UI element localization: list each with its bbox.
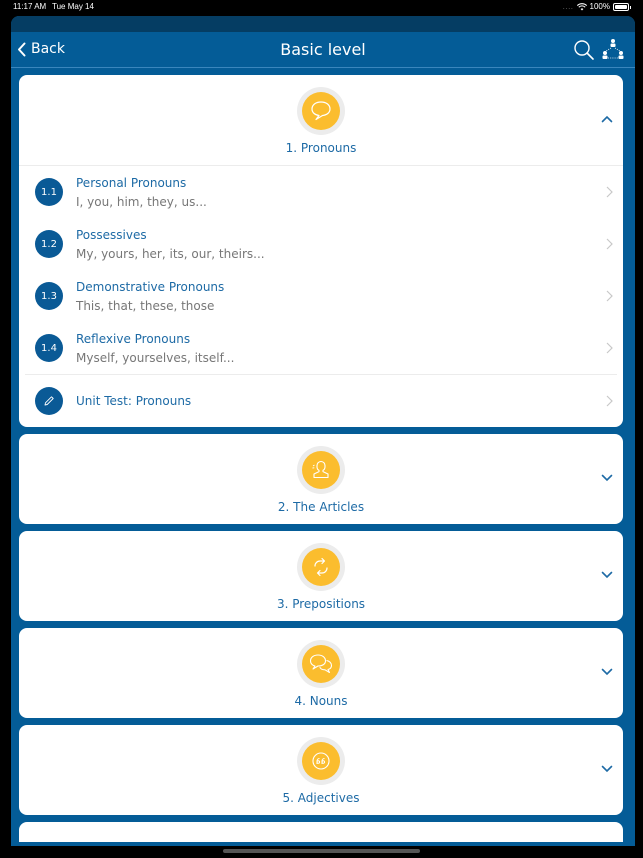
unit-badge <box>297 640 345 688</box>
unit-header[interactable]: 2. The Articles <box>19 434 623 524</box>
chevron-right-icon <box>606 342 613 354</box>
chevron-down-icon[interactable] <box>601 474 613 482</box>
lesson-title: Personal Pronouns <box>76 175 187 190</box>
unit-card: 4. Nouns <box>19 628 623 718</box>
lesson-description: Myself, yourselves, itself... <box>76 350 235 365</box>
chevron-right-icon <box>606 186 613 198</box>
lesson-description: I, you, him, they, us... <box>76 194 207 209</box>
unit-header[interactable]: 5. Adjectives <box>19 725 623 815</box>
status-date: Tue May 14 <box>52 2 94 11</box>
quote-icon <box>312 752 330 770</box>
chat-bubbles-icon <box>309 654 333 674</box>
wifi-icon <box>576 2 587 10</box>
unit-badge <box>297 543 345 591</box>
lesson-number: 1.3 <box>35 282 63 310</box>
status-bar: 11:17 AM Tue May 14 .... 100% <box>0 0 643 15</box>
lesson-item[interactable]: 1.2 Possessives My, yours, her, its, our… <box>19 218 623 270</box>
lesson-title: Possessives <box>76 227 147 242</box>
unit-test-item[interactable]: Unit Test: Pronouns <box>19 375 623 427</box>
unit-badge <box>297 87 345 135</box>
signal-dots-icon: .... <box>562 2 574 11</box>
unit-header[interactable]: 4. Nouns <box>19 628 623 718</box>
battery-percent: 100% <box>589 2 610 11</box>
unit-card-partial[interactable] <box>19 822 623 842</box>
chevron-up-icon[interactable] <box>601 115 613 123</box>
battery-icon <box>613 2 631 11</box>
unit-card: 1. Pronouns 1.1 Personal Pronouns I, you… <box>19 75 623 427</box>
lesson-description: My, yours, her, its, our, theirs... <box>76 246 265 261</box>
swap-arrows-icon <box>314 557 328 577</box>
lesson-item[interactable]: 1.1 Personal Pronouns I, you, him, they,… <box>19 166 623 218</box>
search-icon[interactable] <box>573 39 595 61</box>
page-title: Basic level <box>280 40 366 59</box>
speech-bubble-icon <box>311 101 331 121</box>
person-icon <box>312 460 329 479</box>
lesson-item[interactable]: 1.4 Reflexive Pronouns Myself, yourselve… <box>19 322 623 374</box>
nav-actions <box>573 38 625 62</box>
lesson-list: 1.1 Personal Pronouns I, you, him, they,… <box>19 165 623 427</box>
status-right: .... 100% <box>562 2 631 11</box>
unit-card: 3. Prepositions <box>19 531 623 621</box>
hierarchy-icon[interactable] <box>601 38 625 62</box>
unit-title: 5. Adjectives <box>282 791 360 805</box>
pencil-icon <box>44 396 54 406</box>
unit-badge <box>297 446 345 494</box>
status-time: 11:17 AM <box>13 2 47 11</box>
unit-card: 2. The Articles <box>19 434 623 524</box>
lesson-number: 1.4 <box>35 334 63 362</box>
home-indicator[interactable] <box>223 849 420 853</box>
unit-title: 4. Nouns <box>294 694 348 708</box>
window-top-strip <box>11 16 635 32</box>
unit-test-title: Unit Test: Pronouns <box>76 394 192 408</box>
lesson-title: Demonstrative Pronouns <box>76 279 225 294</box>
lesson-number: 1.2 <box>35 230 63 258</box>
lesson-title: Reflexive Pronouns <box>76 331 191 346</box>
unit-title: 1. Pronouns <box>285 141 357 155</box>
chevron-right-icon <box>606 238 613 250</box>
unit-header[interactable]: 3. Prepositions <box>19 531 623 621</box>
app-window: Back Basic level 1. Pronouns 1.1 Persona… <box>11 16 635 846</box>
lesson-item[interactable]: 1.3 Demonstrative Pronouns This, that, t… <box>19 270 623 322</box>
lesson-number: 1.1 <box>35 178 63 206</box>
chevron-right-icon <box>606 395 613 407</box>
chevron-down-icon[interactable] <box>601 571 613 579</box>
unit-test-badge <box>35 387 63 415</box>
unit-title: 3. Prepositions <box>276 597 366 611</box>
unit-title: 2. The Articles <box>277 500 365 514</box>
navigation-bar: Back Basic level <box>11 32 635 68</box>
chevron-down-icon[interactable] <box>601 668 613 676</box>
chevron-right-icon <box>606 290 613 302</box>
unit-card: 5. Adjectives <box>19 725 623 815</box>
chevron-down-icon[interactable] <box>601 765 613 773</box>
unit-header[interactable]: 1. Pronouns <box>19 75 623 165</box>
lesson-description: This, that, these, those <box>76 298 215 313</box>
unit-list: 1. Pronouns 1.1 Personal Pronouns I, you… <box>19 75 623 842</box>
unit-badge <box>297 737 345 785</box>
